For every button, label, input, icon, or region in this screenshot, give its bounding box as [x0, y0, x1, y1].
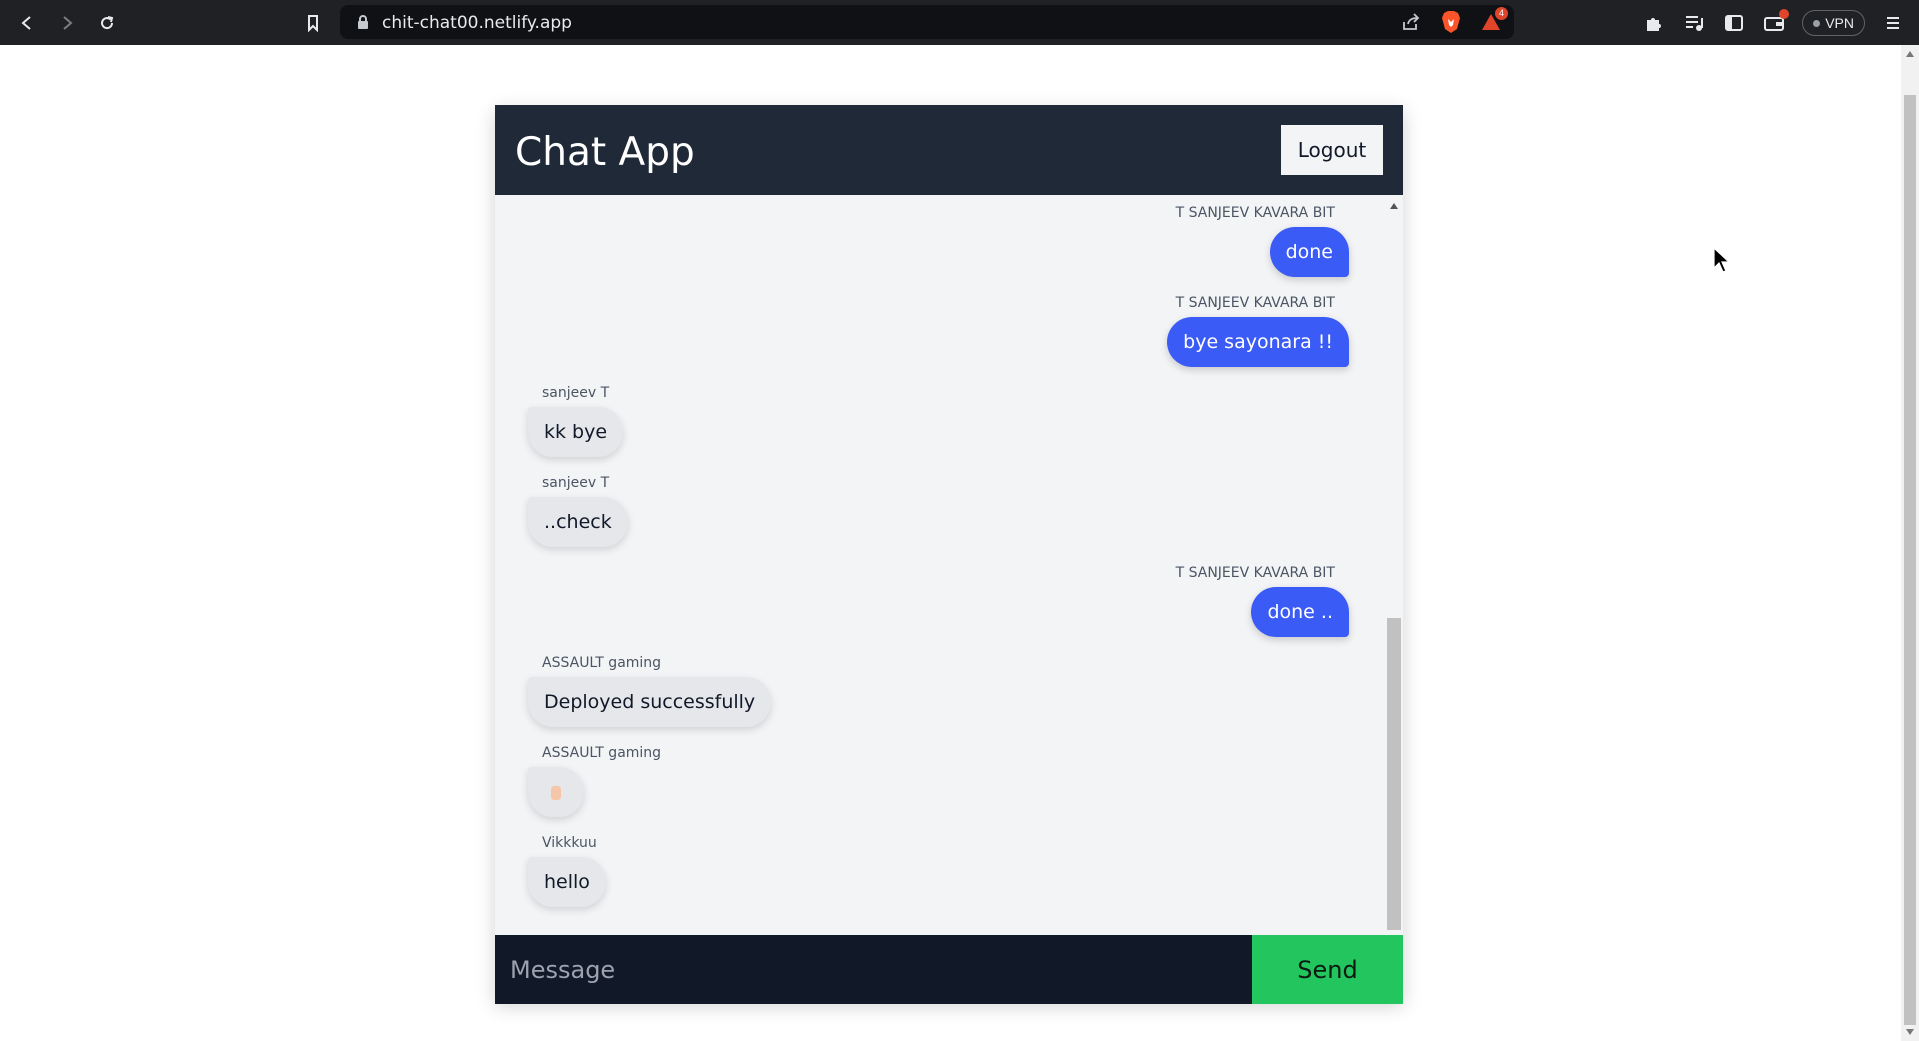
scroll-down-arrow-icon[interactable]	[1906, 1029, 1914, 1035]
message-sender: sanjeev T	[542, 475, 610, 491]
hand-emoji-icon	[551, 785, 561, 800]
back-icon	[21, 16, 31, 30]
brave-rewards-icon[interactable]: 4	[1478, 7, 1508, 34]
vpn-button[interactable]: VPN	[1802, 10, 1865, 36]
share-icon[interactable]	[1398, 10, 1424, 34]
message-composer: Send	[495, 935, 1403, 1004]
vpn-status-dot	[1813, 19, 1821, 27]
message-sender: sanjeev T	[542, 385, 610, 401]
message-item: ASSAULT gaming	[528, 745, 661, 817]
message-bubble: bye sayonara !!	[1167, 317, 1349, 367]
menu-icon[interactable]	[1881, 11, 1905, 35]
playlist-icon[interactable]	[1682, 11, 1706, 35]
messages-scrollbar[interactable]	[1385, 195, 1403, 935]
message-bubble: done ..	[1251, 587, 1349, 637]
rewards-badge: 4	[1494, 7, 1508, 20]
url-text: chit-chat00.netlify.app	[382, 13, 572, 33]
vpn-label: VPN	[1825, 15, 1854, 31]
message-item: ASSAULT gaming Deployed successfully	[528, 655, 772, 727]
message-sender: ASSAULT gaming	[542, 655, 662, 671]
bookmark-icon	[308, 15, 318, 32]
logout-button[interactable]: Logout	[1281, 125, 1383, 175]
message-bubble: kk bye	[528, 407, 624, 457]
scroll-up-arrow-icon[interactable]	[1906, 51, 1914, 57]
message-bubble: ..check	[528, 497, 628, 547]
sidebar-icon[interactable]	[1722, 11, 1746, 35]
message-item: Vikkkuu hello	[528, 835, 606, 907]
extensions-icon[interactable]	[1642, 11, 1666, 35]
forward-icon	[63, 16, 73, 30]
page-scrollbar-thumb[interactable]	[1904, 95, 1916, 1025]
reload-button[interactable]	[94, 10, 120, 36]
message-sender: Vikkkuu	[542, 835, 597, 851]
message-bubble: hello	[528, 857, 606, 907]
message-item: T SANJEEV KAVARA BIT bye sayonara !!	[1167, 295, 1349, 367]
wallet-icon[interactable]	[1762, 9, 1790, 35]
bookmark-button[interactable]	[300, 10, 326, 36]
reload-icon	[101, 16, 114, 30]
messages-list[interactable]: T SANJEEV KAVARA BIT done T SANJEEV KAVA…	[495, 195, 1403, 935]
message-bubble	[528, 767, 584, 817]
wallet-notification-dot	[1779, 9, 1790, 19]
mouse-cursor-icon	[1713, 247, 1731, 273]
chat-app: Chat App Logout T SANJEEV KAVARA BIT don…	[495, 105, 1403, 1004]
message-item: sanjeev T ..check	[528, 475, 628, 547]
message-item: T SANJEEV KAVARA BIT done	[1176, 205, 1349, 277]
lock-icon	[356, 14, 370, 35]
chat-header: Chat App Logout	[495, 105, 1403, 195]
message-sender: T SANJEEV KAVARA BIT	[1175, 205, 1335, 221]
forward-button[interactable]	[54, 10, 80, 36]
message-input[interactable]	[495, 935, 1252, 1004]
message-sender: ASSAULT gaming	[542, 745, 662, 761]
app-title: Chat App	[515, 130, 695, 175]
message-item: sanjeev T kk bye	[528, 385, 624, 457]
message-item: T SANJEEV KAVARA BIT done ..	[1176, 565, 1349, 637]
scroll-up-arrow-icon[interactable]	[1390, 203, 1398, 209]
address-bar[interactable]: chit-chat00.netlify.app 4	[340, 5, 1514, 39]
message-bubble: done	[1269, 227, 1349, 277]
brave-shields-icon[interactable]	[1438, 10, 1464, 34]
page-scrollbar[interactable]	[1901, 45, 1919, 1041]
message-sender: T SANJEEV KAVARA BIT	[1175, 565, 1335, 581]
message-bubble: Deployed successfully	[528, 677, 772, 727]
send-button[interactable]: Send	[1252, 935, 1403, 1004]
message-sender: T SANJEEV KAVARA BIT	[1175, 295, 1335, 311]
back-button[interactable]	[14, 10, 40, 36]
messages-scrollbar-thumb[interactable]	[1387, 618, 1401, 930]
browser-toolbar: chit-chat00.netlify.app 4 VPN	[0, 0, 1919, 45]
